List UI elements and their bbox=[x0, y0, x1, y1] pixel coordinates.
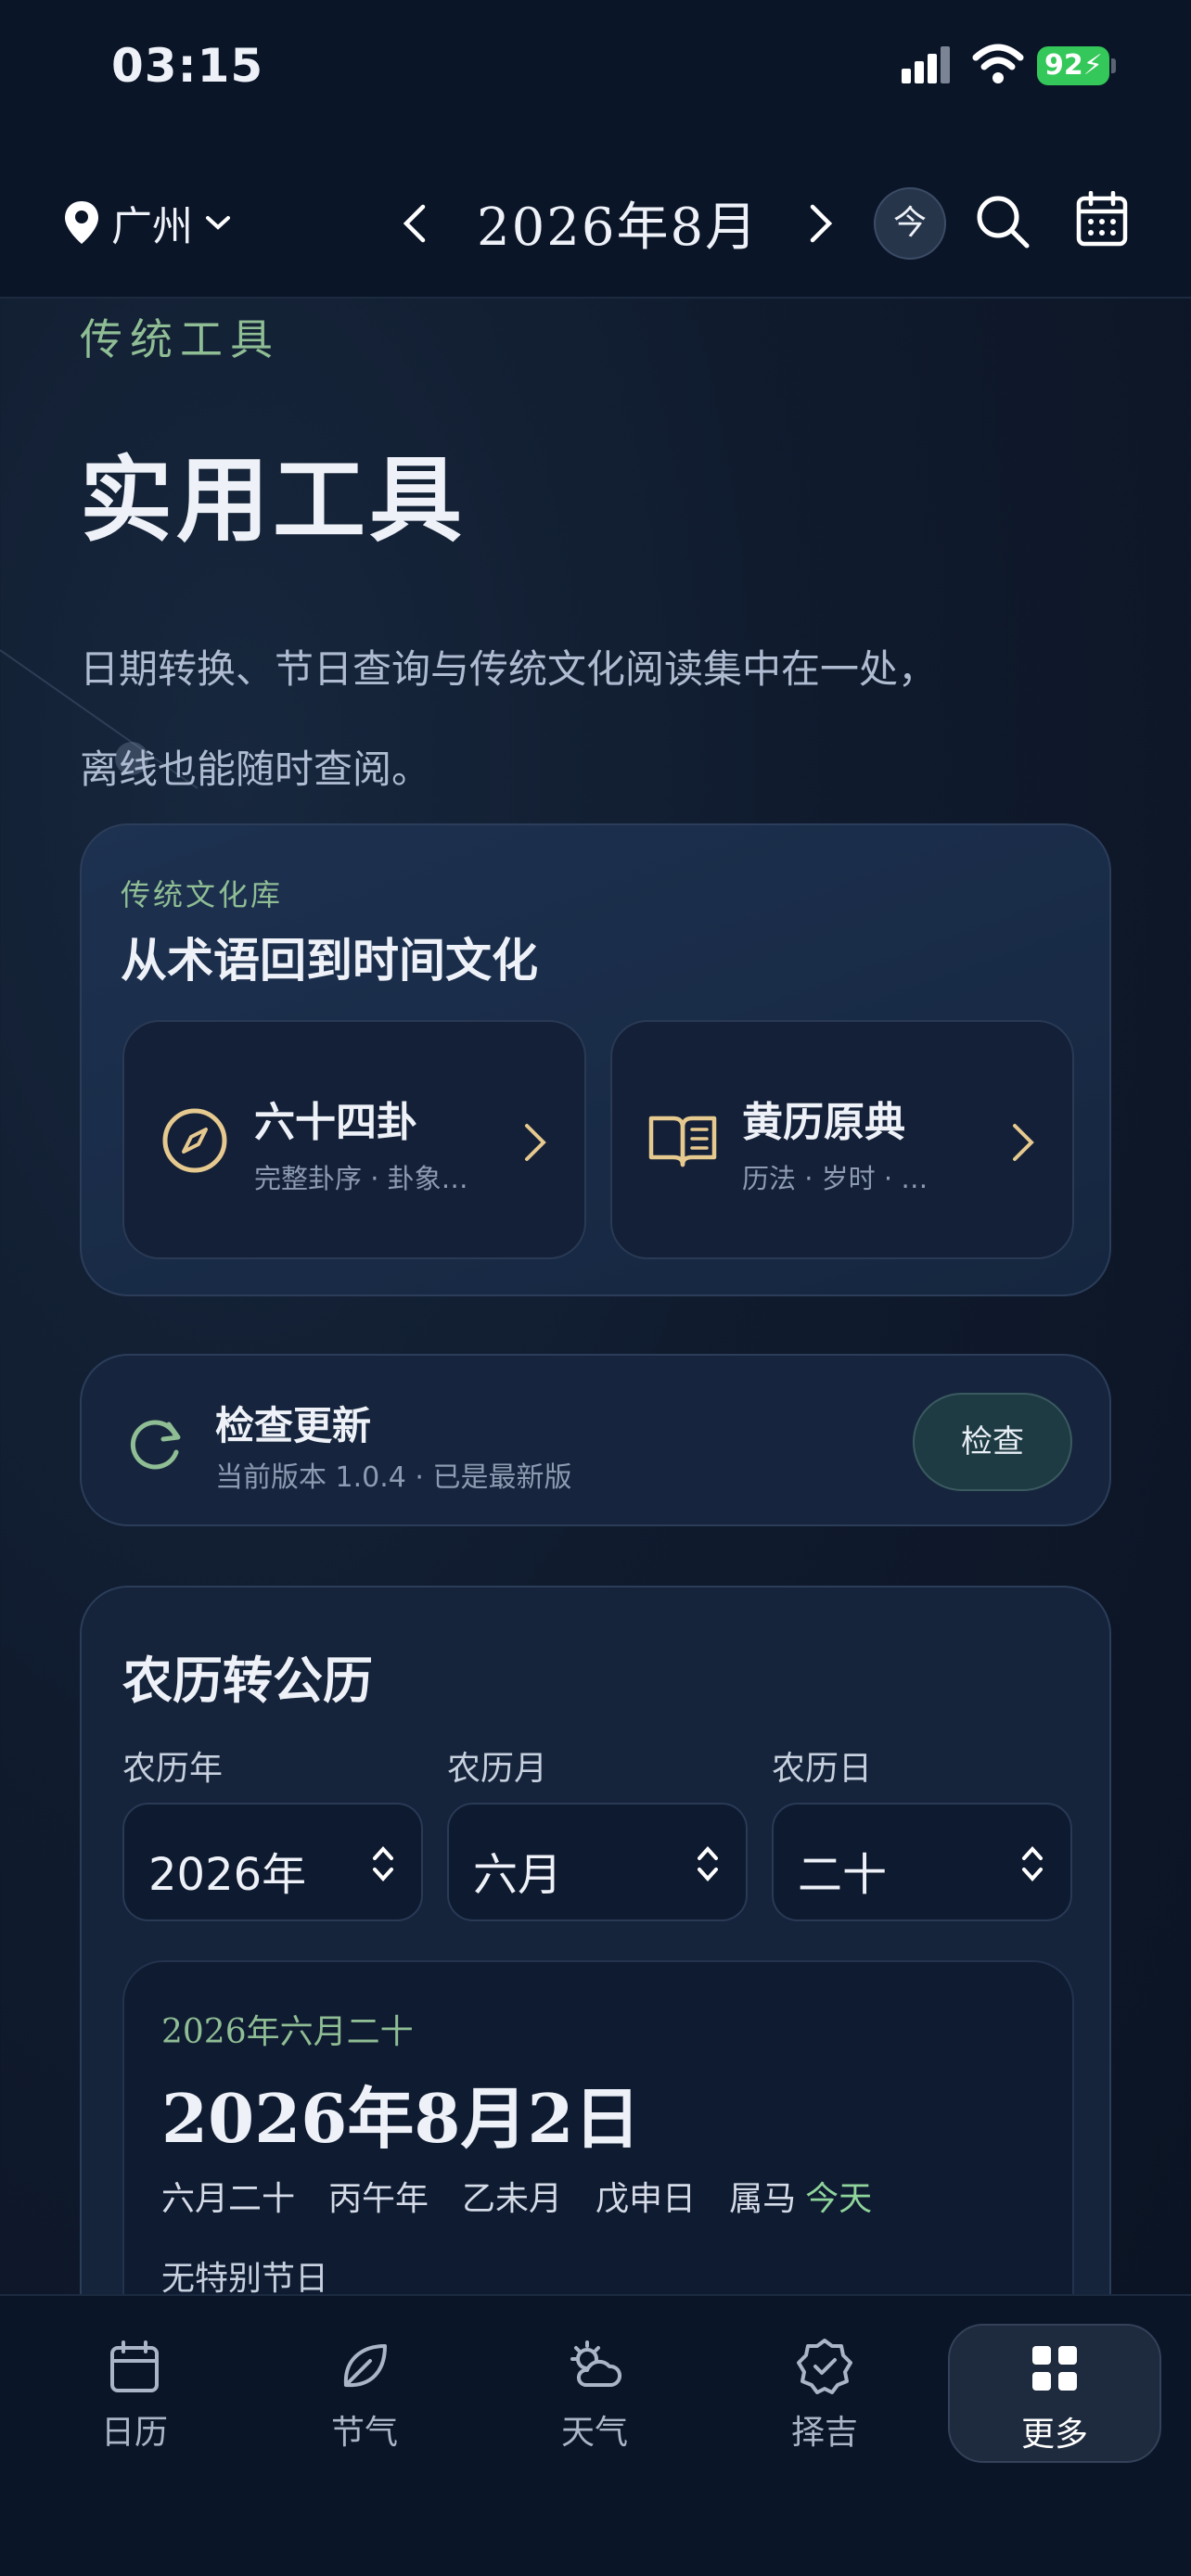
refresh-icon bbox=[130, 1420, 181, 1470]
city-name: 广州 bbox=[111, 203, 193, 250]
section-eyebrow: 传统工具 bbox=[80, 314, 280, 364]
select-value: 2026年 bbox=[148, 1849, 307, 1901]
meta-lunar-day: 六月二十 bbox=[161, 2180, 296, 2218]
next-month-icon[interactable] bbox=[807, 203, 835, 244]
tile-name: 黄历原典 bbox=[742, 1099, 905, 1146]
lunar-month-label: 农历月 bbox=[447, 1750, 548, 1788]
result-lunar-date: 2026年六月二十 bbox=[161, 2013, 414, 2051]
search-icon[interactable] bbox=[974, 193, 1031, 250]
lunar-month-select[interactable]: 六月 bbox=[447, 1803, 748, 1921]
meta-year-ganzhi: 丙午年 bbox=[328, 2180, 429, 2218]
wifi-icon bbox=[972, 44, 1024, 83]
lunar-year-label: 农历年 bbox=[122, 1750, 224, 1788]
result-festival: 无特别节日 bbox=[161, 2260, 329, 2298]
today-button[interactable]: 今 bbox=[874, 187, 946, 260]
select-value: 二十 bbox=[798, 1849, 888, 1901]
page-title: 实用工具 bbox=[80, 446, 466, 555]
tile-subtitle: 历法 · 岁时 · … bbox=[742, 1163, 928, 1194]
result-meta: 六月二十 丙午年 乙未月 戊申日 属马 今天 bbox=[161, 2172, 872, 2220]
tab-auspicious[interactable]: 择吉 bbox=[718, 2324, 931, 2463]
meta-day-ganzhi: 戊申日 bbox=[596, 2180, 697, 2218]
month-navigator: 2026年8月 bbox=[401, 185, 835, 261]
tab-solar-terms[interactable]: 节气 bbox=[258, 2324, 471, 2463]
result-solar-date: 2026年8月2日 bbox=[161, 2079, 641, 2158]
weather-icon bbox=[570, 2340, 621, 2387]
tile-hexagrams[interactable]: 六十四卦 完整卦序 · 卦象… bbox=[122, 1020, 586, 1259]
battery-cap bbox=[1111, 58, 1116, 73]
compass-icon bbox=[162, 1108, 227, 1173]
location-pin-icon bbox=[65, 201, 98, 244]
badge-check-icon bbox=[797, 2339, 852, 2394]
update-version-status: 当前版本 1.0.4 · 已是最新版 bbox=[215, 1461, 572, 1494]
culture-library-card: 传统文化库 从术语回到时间文化 六十四卦 完整卦序 · 卦象… 黄历原典 历法 … bbox=[80, 823, 1111, 1296]
converter-title: 农历转公历 bbox=[122, 1651, 373, 1710]
chevron-down-icon bbox=[206, 216, 230, 230]
book-icon bbox=[648, 1116, 717, 1167]
lunar-day-select[interactable]: 二十 bbox=[772, 1803, 1072, 1921]
library-eyebrow: 传统文化库 bbox=[121, 877, 284, 912]
meta-zodiac: 属马 bbox=[729, 2180, 797, 2218]
select-value: 六月 bbox=[473, 1849, 563, 1901]
lunar-year-select[interactable]: 2026年 bbox=[122, 1803, 423, 1921]
cellular-signal-icon bbox=[902, 46, 950, 83]
tab-label: 择吉 bbox=[790, 2414, 858, 2452]
calendar-picker-icon[interactable] bbox=[1076, 191, 1128, 247]
month-title[interactable]: 2026年8月 bbox=[477, 185, 759, 261]
up-down-arrow-icon bbox=[698, 1846, 718, 1881]
top-header: 广州 2026年8月 今 bbox=[0, 139, 1191, 299]
chevron-right-icon bbox=[1013, 1124, 1034, 1161]
status-bar: 03:15 92⚡ bbox=[0, 0, 1191, 139]
tab-label: 日历 bbox=[100, 2414, 168, 2452]
leaf-icon bbox=[343, 2344, 387, 2388]
chevron-right-icon bbox=[525, 1124, 546, 1161]
tab-label: 更多 bbox=[1020, 2416, 1088, 2454]
grid-icon bbox=[1032, 2346, 1077, 2391]
update-title: 检查更新 bbox=[215, 1403, 372, 1448]
city-selector[interactable]: 广州 bbox=[63, 193, 232, 252]
status-time: 03:15 bbox=[111, 39, 264, 93]
tab-calendar[interactable]: 日历 bbox=[28, 2324, 241, 2463]
battery-indicator: 92⚡ bbox=[1037, 46, 1109, 85]
page-intro: 日期转换、节日查询与传统文化阅读集中在一处，离线也能随时查阅。 bbox=[80, 646, 938, 792]
up-down-arrow-icon bbox=[373, 1846, 393, 1881]
up-down-arrow-icon bbox=[1022, 1846, 1043, 1881]
tab-label: 节气 bbox=[330, 2414, 398, 2452]
battery-level: 92 bbox=[1044, 49, 1083, 82]
check-update-card: 检查更新 当前版本 1.0.4 · 已是最新版 检查 bbox=[80, 1354, 1111, 1526]
library-title: 从术语回到时间文化 bbox=[121, 934, 538, 988]
charging-bolt-icon: ⚡ bbox=[1082, 49, 1103, 82]
tab-more[interactable]: 更多 bbox=[948, 2324, 1161, 2463]
bottom-tab-bar: 日历 节气 天气 择吉 更多 bbox=[0, 2294, 1191, 2576]
tile-subtitle: 完整卦序 · 卦象… bbox=[254, 1163, 468, 1194]
today-tag: 今天 bbox=[805, 2180, 873, 2218]
calendar-icon bbox=[110, 2340, 159, 2392]
tile-almanac-classic[interactable]: 黄历原典 历法 · 岁时 · … bbox=[610, 1020, 1074, 1259]
lunar-day-label: 农历日 bbox=[772, 1750, 873, 1788]
tab-label: 天气 bbox=[560, 2414, 628, 2452]
meta-month-ganzhi: 乙未月 bbox=[462, 2180, 563, 2218]
tab-weather[interactable]: 天气 bbox=[488, 2324, 701, 2463]
prev-month-icon[interactable] bbox=[401, 203, 429, 244]
check-update-button[interactable]: 检查 bbox=[913, 1393, 1072, 1491]
tile-name: 六十四卦 bbox=[254, 1099, 417, 1146]
